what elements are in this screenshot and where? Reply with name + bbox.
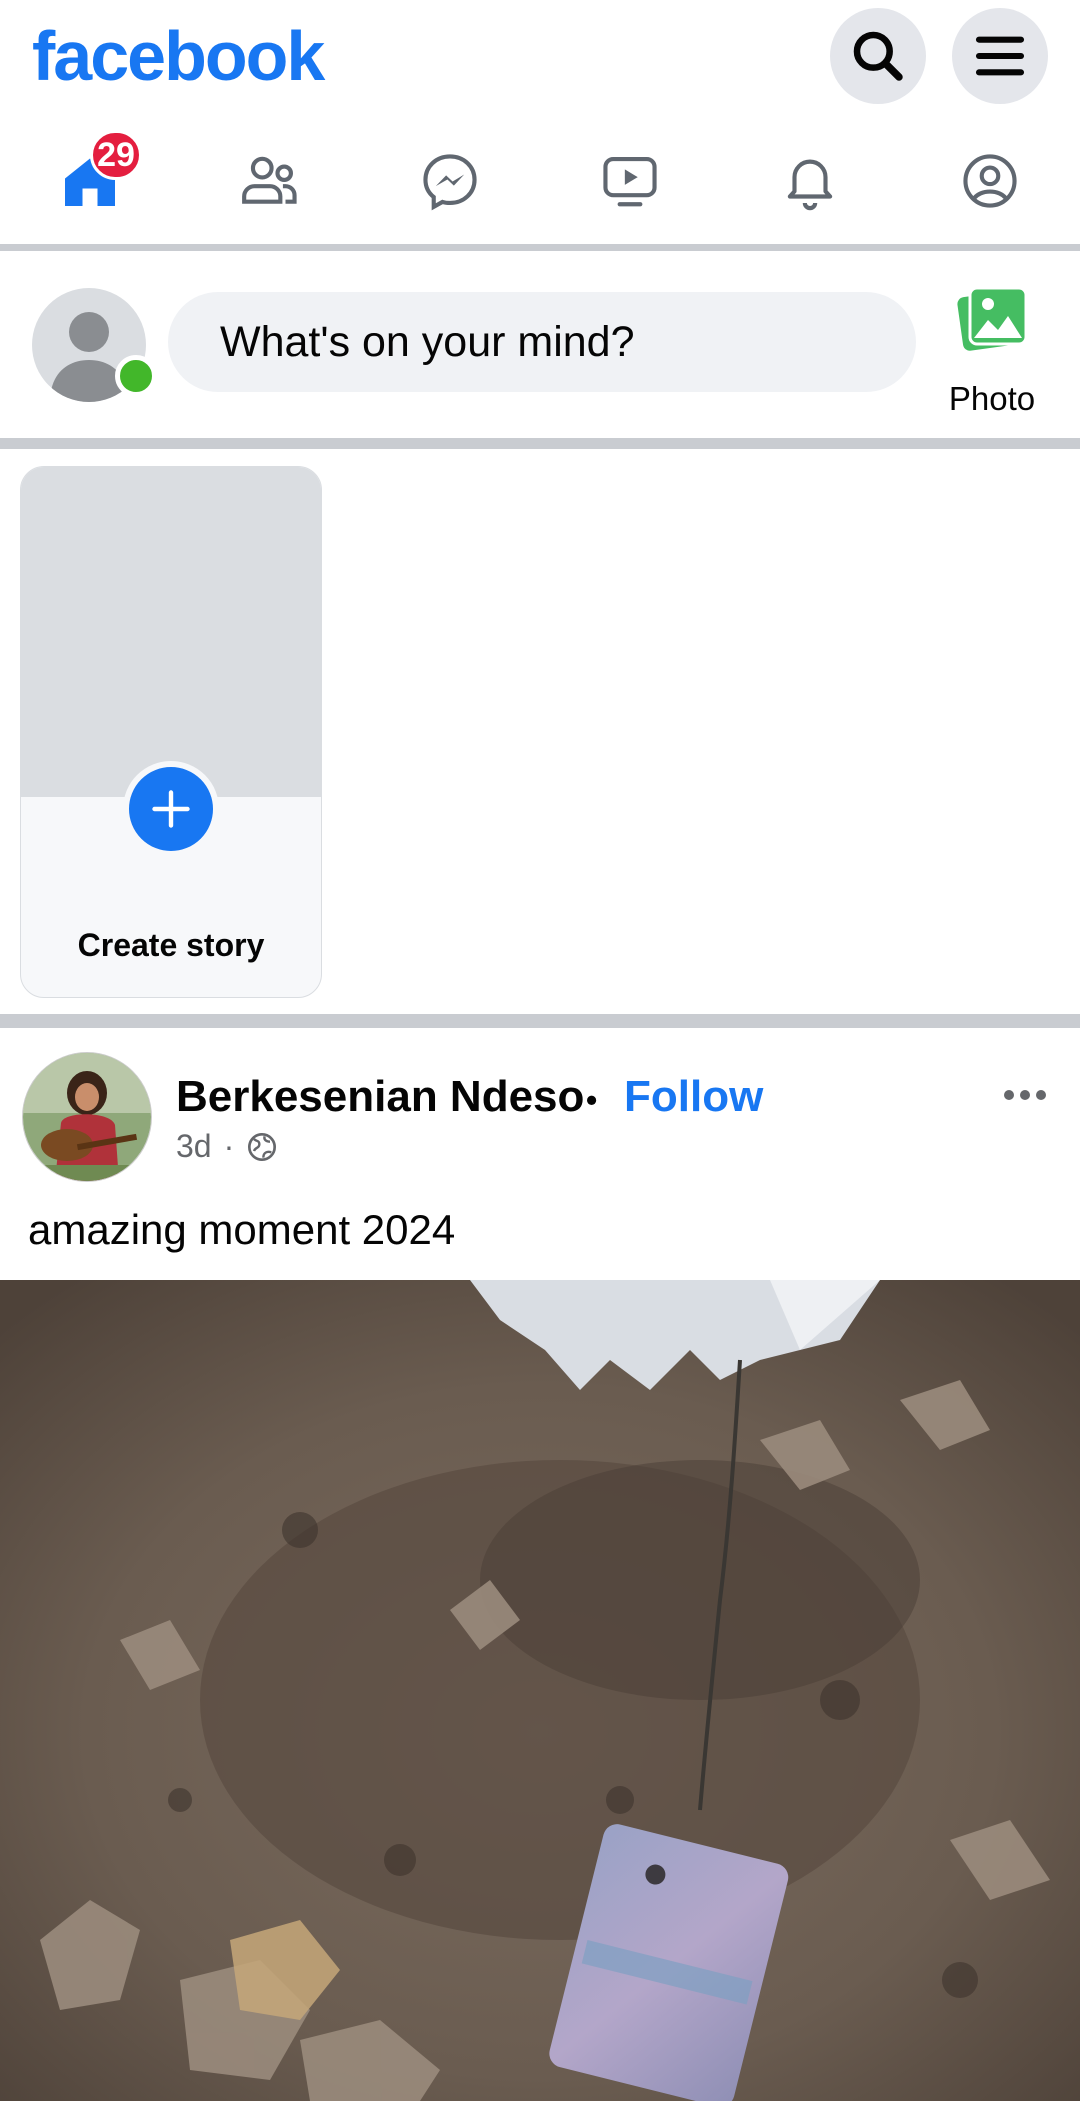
- menu-button[interactable]: [952, 8, 1048, 104]
- author-photo: [23, 1053, 151, 1181]
- story-cover: [21, 467, 321, 797]
- divider: [0, 244, 1080, 251]
- photo-icon: [957, 286, 1028, 351]
- top-header: facebook: [0, 0, 1080, 112]
- follow-button[interactable]: Follow: [624, 1072, 763, 1122]
- photo-label: Photo: [948, 380, 1036, 417]
- bell-icon: [787, 159, 833, 211]
- facebook-logo[interactable]: facebook: [32, 14, 325, 98]
- tab-messenger[interactable]: [360, 120, 540, 242]
- post-media[interactable]: [0, 1280, 1080, 2101]
- search-button[interactable]: [830, 8, 926, 104]
- whats-on-your-mind-input[interactable]: What's on your mind?: [168, 292, 916, 392]
- notification-badge: 29: [90, 130, 142, 180]
- create-story-label: Create story: [77, 927, 265, 963]
- tab-profile[interactable]: [900, 120, 1080, 242]
- stories-tray: Create story: [0, 452, 1080, 1010]
- more-dot: [1036, 1090, 1046, 1100]
- separator-dot: •: [586, 1082, 598, 1118]
- tab-watch[interactable]: [540, 120, 720, 242]
- online-status-indicator: [115, 355, 157, 397]
- post-age[interactable]: 3d: [176, 1128, 212, 1165]
- tab-home[interactable]: 29: [0, 120, 180, 242]
- divider: [0, 1014, 1080, 1028]
- main-nav: 29: [0, 120, 1080, 242]
- video-icon: [603, 156, 657, 207]
- menu-icon: [975, 36, 1025, 76]
- author-avatar[interactable]: [22, 1052, 152, 1182]
- author-name[interactable]: Berkesenian Ndeso: [176, 1072, 584, 1122]
- post-composer: What's on your mind? Photo: [0, 252, 1080, 438]
- add-story-button[interactable]: [123, 761, 219, 857]
- post-text: amazing moment 2024: [28, 1206, 456, 1253]
- post-meta: 3d ·: [176, 1128, 278, 1165]
- tab-friends[interactable]: [180, 120, 360, 242]
- post-options-button[interactable]: [1004, 1090, 1046, 1100]
- globe-icon: [248, 1132, 277, 1161]
- photo-button[interactable]: Photo: [936, 278, 1048, 418]
- create-story-card[interactable]: Create story: [20, 466, 322, 998]
- meta-separator: ·: [223, 1128, 235, 1164]
- more-dot: [1020, 1090, 1030, 1100]
- feed-post: Berkesenian Ndeso • Follow 3d · amazing …: [0, 1030, 1080, 2101]
- more-dot: [1004, 1090, 1014, 1100]
- post-photo: [0, 1280, 1080, 2101]
- profile-icon: [963, 154, 1017, 208]
- search-icon: [853, 31, 903, 81]
- tab-notifications[interactable]: [720, 120, 900, 242]
- messenger-icon: [423, 154, 477, 211]
- divider: [0, 438, 1080, 449]
- friends-icon: [242, 156, 297, 204]
- plus-icon: [152, 790, 190, 828]
